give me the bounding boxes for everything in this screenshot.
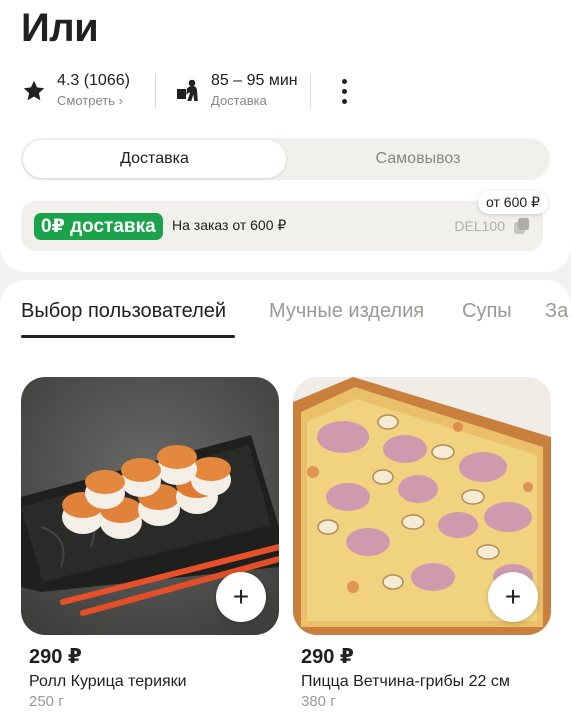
category-tab[interactable]: Супы: [462, 300, 512, 323]
category-tab[interactable]: Выбор пользователей: [21, 300, 226, 323]
promo-text: На заказ от 600 ₽: [172, 217, 287, 233]
product-price: 290 ₽: [29, 646, 82, 668]
promo-code: DEL100: [454, 218, 505, 234]
courier-icon: [175, 78, 201, 104]
delivery-time-value: 85 – 95 мин: [211, 72, 298, 89]
delivery-time-label: Доставка: [211, 93, 267, 108]
product-price: 290 ₽: [301, 646, 354, 668]
product-name: Пицца Ветчина-грибы 22 см: [301, 673, 510, 690]
category-tabs: Выбор пользователей Мучные изделия Супы …: [21, 300, 571, 340]
add-to-cart-button[interactable]: +: [488, 572, 538, 622]
restaurant-header-card: Или 4.3 (1066) Смотреть › 85 – 95 мин До…: [0, 0, 571, 272]
info-row: 4.3 (1066) Смотреть › 85 – 95 мин Достав…: [21, 70, 361, 112]
delivery-time-block: 85 – 95 мин Доставка: [175, 70, 305, 112]
category-tab[interactable]: За: [545, 300, 568, 323]
delivery-tab[interactable]: Доставка: [23, 140, 286, 178]
product-weight: 250 г: [29, 693, 64, 710]
add-to-cart-button[interactable]: +: [216, 572, 266, 622]
product-name: Ролл Курица терияки: [29, 673, 187, 690]
category-tab[interactable]: Мучные изделия: [269, 300, 424, 323]
restaurant-title: Или: [21, 6, 99, 50]
product-weight: 380 г: [301, 693, 336, 710]
promo-min-order-tag: от 600 ₽: [478, 191, 548, 214]
more-vertical-icon[interactable]: [337, 74, 351, 108]
pickup-tab[interactable]: Самовывоз: [286, 138, 550, 180]
plus-icon: +: [504, 581, 522, 612]
rating-link[interactable]: Смотреть ›: [57, 93, 123, 108]
delivery-mode-switch: Доставка Самовывоз: [21, 138, 550, 180]
menu-section: Выбор пользователей Мучные изделия Супы …: [0, 280, 571, 720]
copy-icon[interactable]: [513, 217, 531, 235]
promo-banner[interactable]: 0₽ доставка На заказ от 600 ₽ DEL100: [21, 201, 543, 251]
divider: [310, 74, 311, 108]
star-icon: [21, 78, 47, 104]
divider: [155, 74, 156, 108]
rating-block[interactable]: 4.3 (1066) Смотреть ›: [21, 70, 146, 112]
plus-icon: +: [232, 581, 250, 612]
active-tab-underline: [21, 335, 235, 338]
free-delivery-badge: 0₽ доставка: [34, 213, 163, 240]
rating-value: 4.3 (1066): [57, 72, 130, 89]
